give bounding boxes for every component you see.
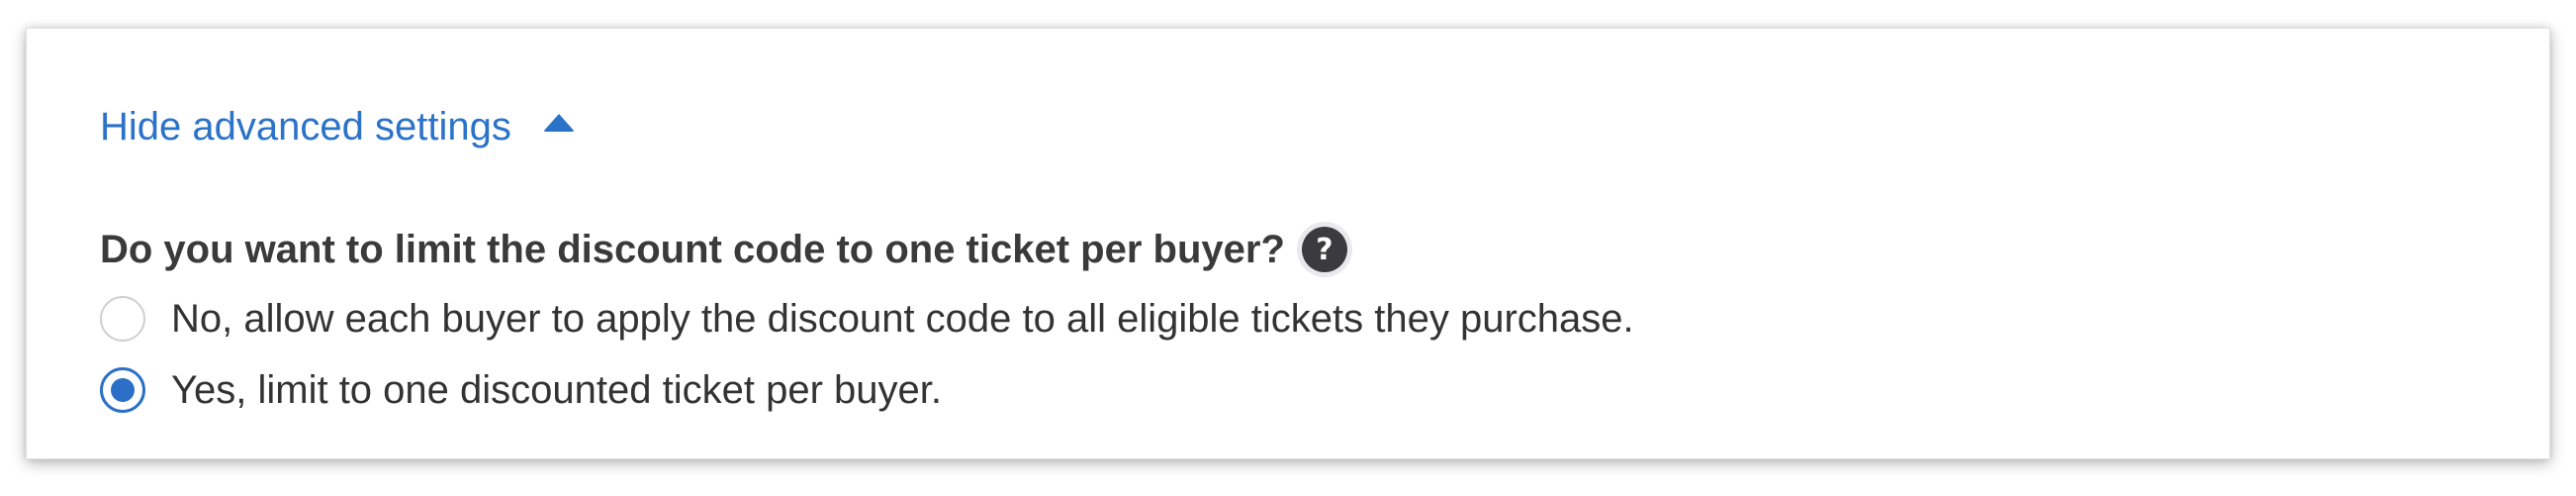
option-no-limit-label: No, allow each buyer to apply the discou… xyxy=(171,297,1634,341)
radio-selected-dot xyxy=(111,378,135,402)
radio-no-limit[interactable] xyxy=(100,296,145,342)
help-icon-glyph: ? xyxy=(1301,227,1347,272)
limit-question: Do you want to limit the discount code t… xyxy=(100,222,1352,277)
hide-advanced-settings-label: Hide advanced settings xyxy=(100,105,511,149)
option-limit-one-label: Yes, limit to one discounted ticket per … xyxy=(171,368,942,412)
question-text: Do you want to limit the discount code t… xyxy=(100,228,1285,271)
caret-up-icon xyxy=(542,114,575,132)
option-no-limit[interactable]: No, allow each buyer to apply the discou… xyxy=(100,294,1634,344)
hide-advanced-settings-link[interactable]: Hide advanced settings xyxy=(100,103,575,150)
option-limit-one[interactable]: Yes, limit to one discounted ticket per … xyxy=(100,365,942,415)
help-icon[interactable]: ? xyxy=(1296,222,1352,277)
radio-limit-one[interactable] xyxy=(100,367,145,413)
advanced-settings-card: Hide advanced settings Do you want to li… xyxy=(26,28,2550,459)
